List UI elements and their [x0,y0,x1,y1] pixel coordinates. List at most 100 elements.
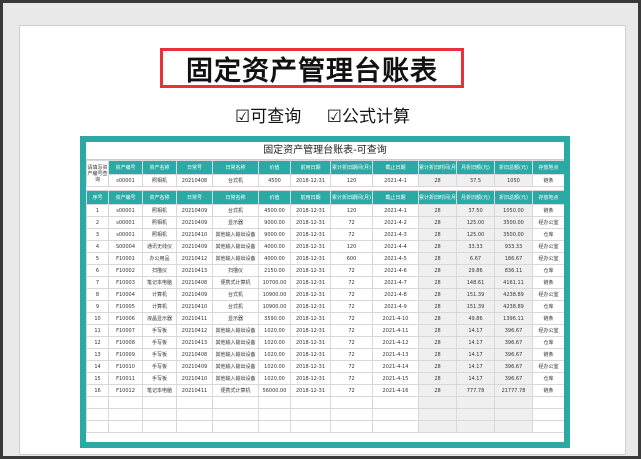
table-cell[interactable]: 28 [418,336,457,349]
table-cell[interactable]: 其他输入输出设备 [212,252,259,265]
table-cell[interactable]: 72 [330,312,373,325]
table-cell[interactable]: 20210409 [176,360,213,373]
query-header-cell[interactable]: 日常名称 [212,160,259,175]
table-cell[interactable] [212,396,259,409]
table-cell[interactable]: 2021-4-7 [372,276,419,289]
table-cell[interactable]: 28 [418,216,457,229]
table-cell[interactable]: 2018-12-31 [290,360,331,373]
table-cell[interactable]: 1020.00 [258,348,291,361]
table-cell[interactable]: 经办公室 [532,252,564,265]
table-cell[interactable]: 125.00 [456,228,495,241]
table-cell[interactable]: 1020.00 [258,336,291,349]
table-cell[interactable]: 396.67 [494,348,533,361]
query-cell[interactable]: 台式机 [212,174,259,187]
table-cell[interactable]: 其他输入输出设备 [212,372,259,385]
table-cell[interactable]: 4000.00 [258,252,291,265]
table-cell[interactable]: 其他输入输出设备 [212,228,259,241]
table-cell[interactable]: 4161.11 [494,276,533,289]
table-cell[interactable]: 1020.00 [258,360,291,373]
table-cell[interactable] [290,420,331,433]
table-cell[interactable]: 链条 [532,276,564,289]
table-cell[interactable]: 49.86 [456,312,495,325]
table-cell[interactable] [142,396,177,409]
table-cell[interactable]: 186.67 [494,252,533,265]
table-cell[interactable]: 14.17 [456,372,495,385]
table-cell[interactable]: 2150.00 [258,264,291,277]
query-header-cell[interactable]: 前用日期 [290,160,331,175]
table-cell[interactable]: 120 [330,204,373,217]
table-cell[interactable]: 37.50 [456,204,495,217]
header-cell[interactable]: 累计折旧时间(月) [418,190,457,205]
table-cell[interactable]: 2021-4-6 [372,264,419,277]
table-cell[interactable] [418,396,457,409]
table-cell[interactable]: 手写板 [142,336,177,349]
table-cell[interactable]: 20210412 [176,324,213,337]
table-cell[interactable]: F10007 [108,324,143,337]
table-cell[interactable]: 1396.11 [494,312,533,325]
table-cell[interactable]: 396.67 [494,372,533,385]
table-cell[interactable]: 72 [330,324,373,337]
table-cell[interactable]: 72 [330,288,373,301]
table-cell[interactable]: 链条 [532,348,564,361]
table-cell[interactable]: 20210410 [176,228,213,241]
table-cell[interactable]: 2021-4-12 [372,336,419,349]
table-cell[interactable]: 1 [86,204,109,217]
table-cell[interactable] [176,408,213,421]
table-cell[interactable] [456,408,495,421]
table-cell[interactable]: 2018-12-31 [290,348,331,361]
table-cell[interactable]: 2021-4-14 [372,360,419,373]
table-cell[interactable] [330,420,373,433]
table-cell[interactable]: 2018-12-31 [290,324,331,337]
query-label[interactable]: 请填写资产编号查询 [86,160,109,187]
table-cell[interactable]: 3 [86,228,109,241]
table-cell[interactable] [290,396,331,409]
table-cell[interactable]: 便携式计算机 [212,276,259,289]
query-header-cell[interactable]: 资产编号 [108,160,143,175]
table-cell[interactable]: 2018-12-31 [290,300,331,313]
table-cell[interactable]: 20210409 [176,288,213,301]
table-cell[interactable]: 其他输入输出设备 [212,348,259,361]
table-cell[interactable]: 2 [86,216,109,229]
table-cell[interactable]: 办公用品 [142,252,177,265]
table-cell[interactable]: 笔记本电脑 [142,276,177,289]
header-cell[interactable]: 折旧总额(元) [494,190,533,205]
query-cell[interactable]: 28 [418,174,457,187]
table-cell[interactable] [86,408,109,421]
table-cell[interactable]: F10010 [108,360,143,373]
header-cell[interactable]: 日常名称 [212,190,259,205]
table-cell[interactable]: F10002 [108,264,143,277]
header-cell[interactable]: 资产名称 [142,190,177,205]
query-header-cell[interactable]: 截止日期 [372,160,419,175]
table-cell[interactable] [494,408,533,421]
table-cell[interactable]: 28 [418,324,457,337]
header-cell[interactable]: 序号 [86,190,109,205]
table-cell[interactable]: 120 [330,240,373,253]
table-cell[interactable]: 笔记本电脑 [142,384,177,397]
query-header-cell[interactable]: 折旧总额(元) [494,160,533,175]
query-header-cell[interactable]: 存放地点 [532,160,564,175]
query-header-cell[interactable]: 价值 [258,160,291,175]
table-cell[interactable]: 20210411 [176,384,213,397]
table-cell[interactable]: F10011 [108,372,143,385]
table-cell[interactable]: 经办公室 [532,324,564,337]
table-cell[interactable]: 9000.00 [258,216,291,229]
table-cell[interactable]: 15 [86,372,109,385]
table-cell[interactable]: F10008 [108,336,143,349]
table-cell[interactable]: 14.17 [456,336,495,349]
table-cell[interactable] [176,420,213,433]
table-cell[interactable]: 6.67 [456,252,495,265]
query-header-cell[interactable]: 日常号 [176,160,213,175]
table-cell[interactable]: F10012 [108,384,143,397]
table-cell[interactable]: 600 [330,252,373,265]
table-cell[interactable]: 10700.00 [258,276,291,289]
table-cell[interactable]: 20210410 [176,372,213,385]
table-cell[interactable]: 10 [86,312,109,325]
query-cell[interactable]: 20210408 [176,174,213,187]
table-cell[interactable]: 20210409 [176,204,213,217]
table-cell[interactable]: 72 [330,264,373,277]
table-cell[interactable]: 2018-12-31 [290,384,331,397]
query-header-cell[interactable]: 累计折旧期间(月) [330,160,373,175]
table-cell[interactable]: 396.67 [494,360,533,373]
table-cell[interactable]: 仓库 [532,264,564,277]
query-cell[interactable]: 链条 [532,174,564,187]
